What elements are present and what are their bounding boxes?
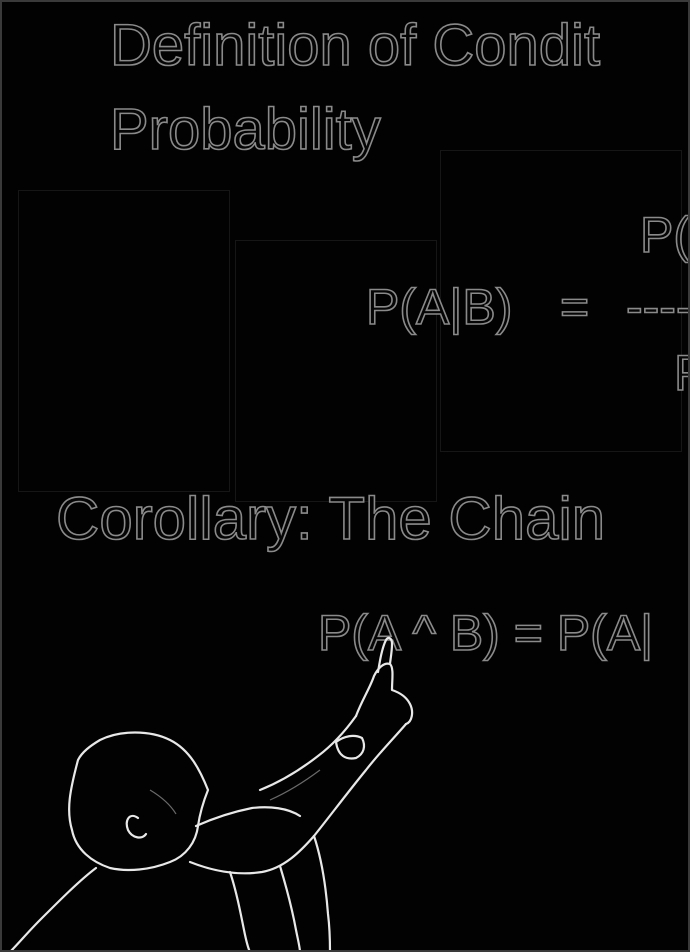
presenter-torso [8, 866, 98, 952]
presenter-arm-shadow [269, 769, 321, 801]
presenter-head [68, 731, 210, 872]
presenter-hand [354, 662, 414, 726]
presenter-shirt-edge [312, 834, 332, 952]
presenter-arm-lower [312, 722, 408, 838]
presenter-back [188, 834, 316, 875]
presenter-collar [194, 806, 302, 828]
presenter-face-detail [149, 789, 177, 815]
slide-photo: Definition of Condit Probability P( P(A|… [0, 0, 690, 952]
presenter-shirt-fold-2 [278, 864, 302, 952]
presenter-ear [125, 814, 148, 839]
presenter-figure [8, 636, 414, 952]
presenter-shirt-fold-1 [228, 870, 252, 952]
presenter-watch [334, 734, 366, 760]
